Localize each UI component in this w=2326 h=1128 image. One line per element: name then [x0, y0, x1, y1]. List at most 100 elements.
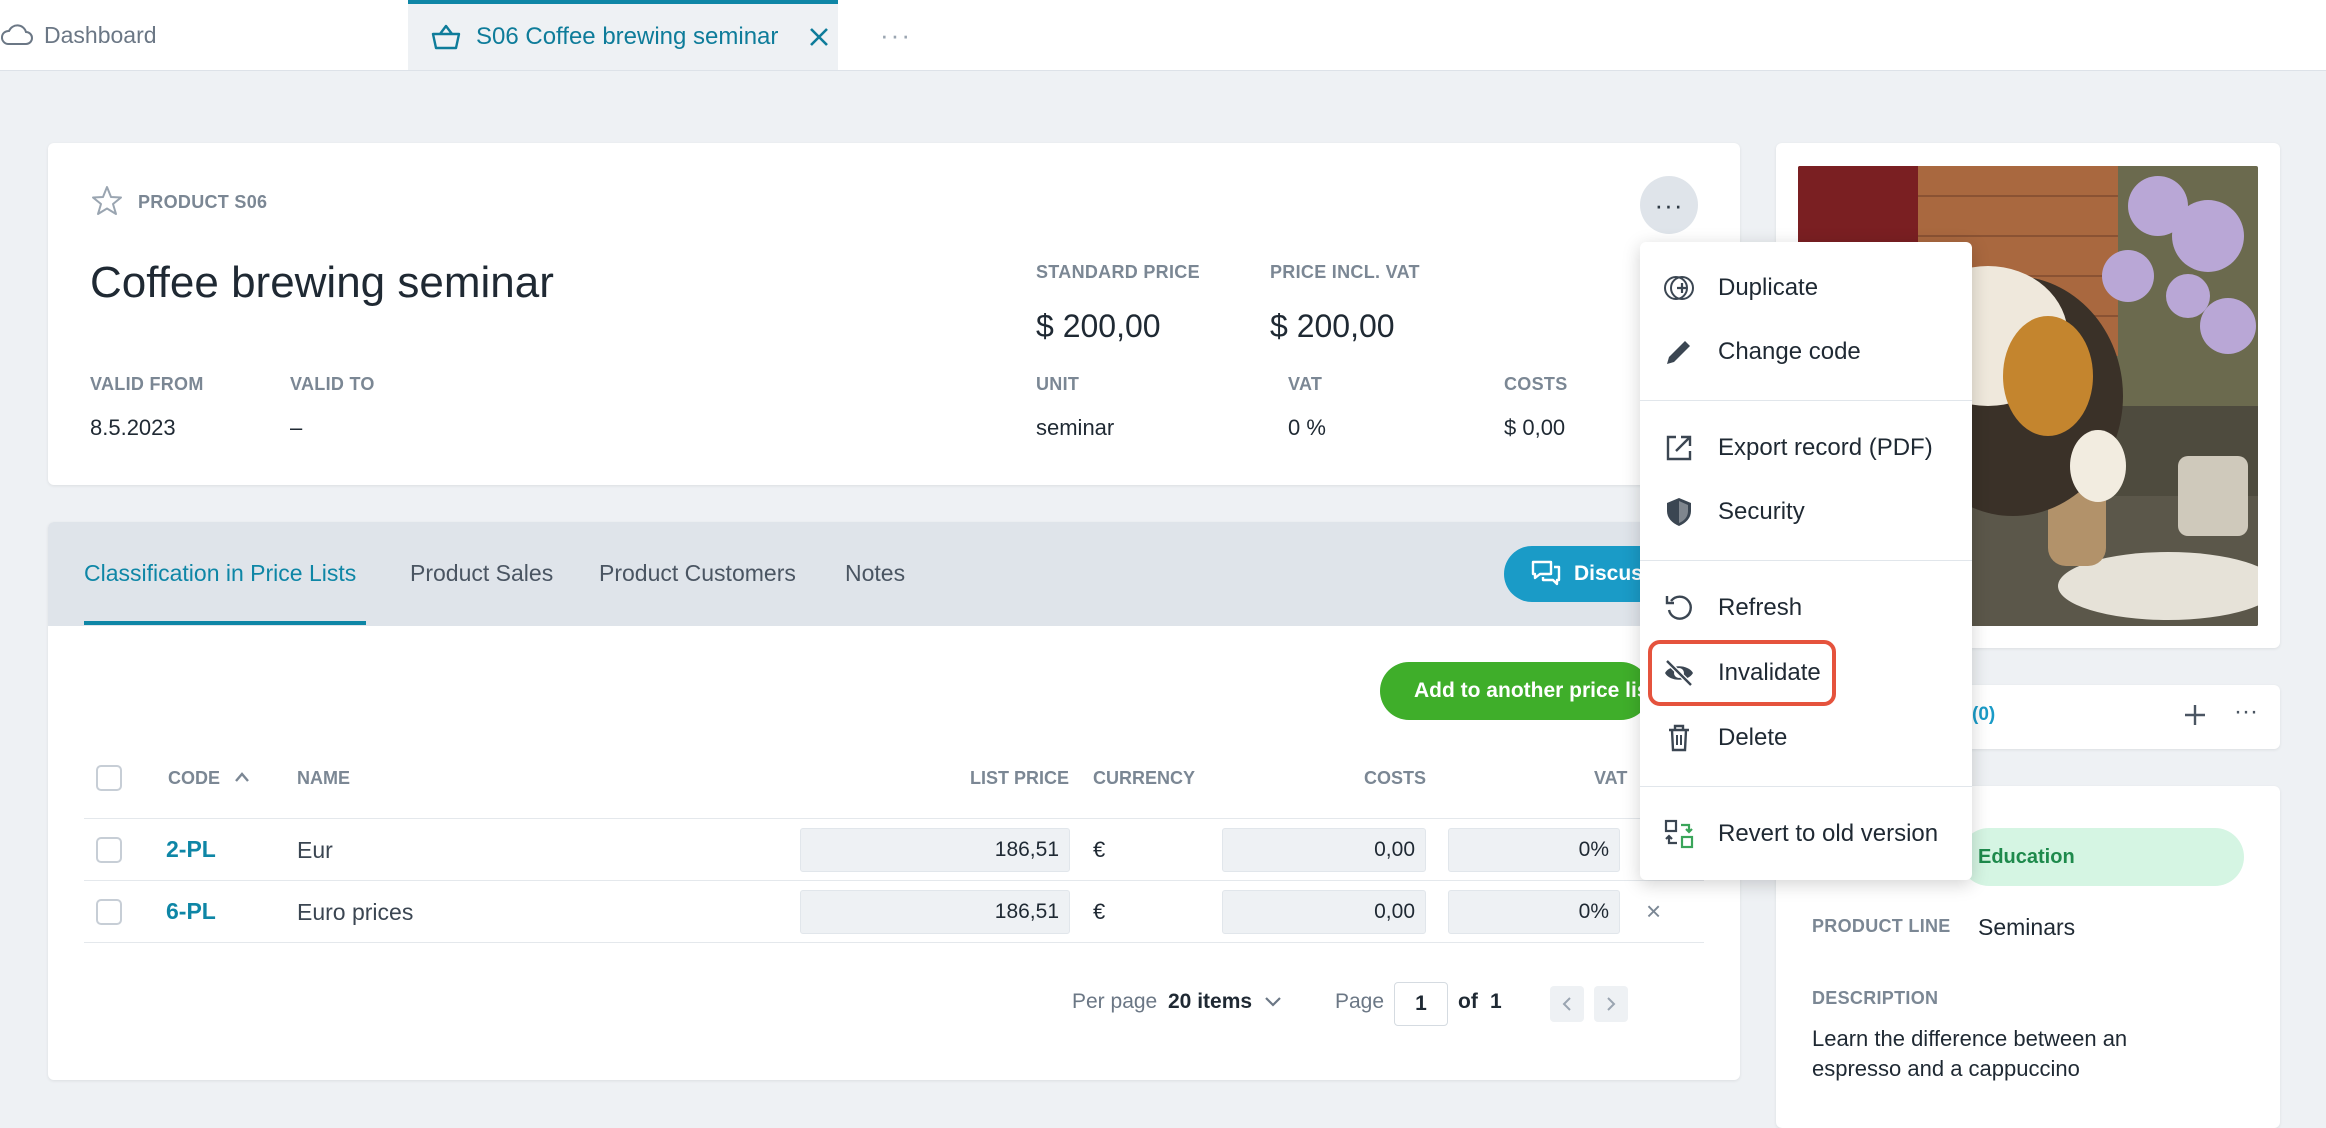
unit-value: seminar [1036, 415, 1115, 440]
cloud-icon [1, 24, 33, 45]
per-page-value: 20 items [1168, 990, 1253, 1013]
export-icon [1666, 435, 1692, 461]
vat-value: 0 % [1288, 415, 1326, 440]
menu-item-export-pdf[interactable]: Export record (PDF) [1662, 428, 1933, 468]
chevron-down-icon [1265, 997, 1281, 1007]
menu-item-label: Change code [1718, 338, 1861, 365]
price-incl-vat-label: PRICE INCL. VAT [1270, 262, 1420, 282]
pencil-icon [1667, 341, 1690, 364]
costs-value: $ 0,00 [1504, 415, 1566, 440]
add-label: Add to another price list [1414, 679, 1650, 702]
valid-from-label: VALID FROM [90, 374, 204, 394]
tab-notes[interactable]: Notes [845, 560, 905, 587]
page-number-input[interactable]: 1 [1394, 982, 1448, 1026]
star-icon[interactable] [90, 184, 124, 218]
tab-dashboard[interactable]: Dashboard [0, 0, 157, 70]
record-more-button[interactable]: ··· [1640, 176, 1698, 234]
menu-item-security[interactable]: Security [1662, 492, 1805, 532]
costs-input[interactable]: 0,00 [1222, 890, 1426, 934]
menu-item-change-code[interactable]: Change code [1662, 332, 1861, 372]
add-to-price-list-button[interactable]: Add to another price list [1380, 662, 1650, 720]
tab-product[interactable]: S06 Coffee brewing seminar [408, 0, 838, 70]
menu-item-revert[interactable]: Revert to old version [1662, 814, 1938, 854]
product-line-value: Seminars [1978, 914, 2076, 940]
column-header-code-label: CODE [168, 768, 221, 788]
row-divider [84, 942, 1704, 943]
select-all-checkbox[interactable] [96, 765, 122, 791]
header-divider [84, 818, 1704, 819]
remove-row-button[interactable]: × [1646, 896, 1661, 927]
prev-page-button[interactable] [1550, 986, 1584, 1022]
row-name: Euro prices [297, 899, 414, 925]
tab-product-sales[interactable]: Product Sales [410, 560, 553, 587]
menu-item-refresh[interactable]: Refresh [1662, 588, 1802, 628]
chevron-left-icon [1562, 997, 1571, 1011]
tab-product-label: S06 Coffee brewing seminar [476, 23, 779, 50]
menu-item-duplicate[interactable]: Duplicate [1662, 268, 1818, 308]
tab-dashboard-label: Dashboard [44, 21, 157, 48]
row-checkbox[interactable] [96, 899, 122, 925]
basket-icon [431, 24, 461, 50]
category-badge: Education [1960, 828, 2244, 886]
sort-ascending-icon[interactable] [233, 770, 251, 784]
refresh-icon [1665, 595, 1692, 620]
next-page-button[interactable] [1594, 986, 1628, 1022]
attachments-count[interactable]: (0) [1972, 704, 1995, 726]
menu-item-label: Export record (PDF) [1718, 434, 1933, 461]
invalidate-highlight [1648, 640, 1836, 706]
vat-label: VAT [1288, 374, 1323, 394]
list-price-input[interactable]: 186,51 [800, 890, 1070, 934]
menu-item-label: Duplicate [1718, 274, 1819, 301]
column-header-name[interactable]: NAME [297, 768, 350, 789]
chat-icon [1531, 560, 1561, 586]
row-checkbox[interactable] [96, 837, 122, 863]
revert-icon [1664, 819, 1694, 849]
menu-item-label: Revert to old version [1718, 820, 1939, 847]
vat-input[interactable]: 0% [1448, 890, 1620, 934]
row-code-link[interactable]: 2-PL [166, 836, 216, 863]
row-divider [84, 880, 1704, 881]
valid-to-label: VALID TO [290, 374, 375, 394]
description-line-2: espresso and a cappuccino [1812, 1056, 2080, 1081]
menu-separator [1640, 786, 1972, 787]
description-label: DESCRIPTION [1812, 988, 1939, 1008]
product-line-label: PRODUCT LINE [1812, 916, 1951, 936]
row-code-link[interactable]: 6-PL [166, 898, 216, 925]
duplicate-icon [1664, 276, 1694, 300]
column-header-code[interactable]: CODE [168, 768, 251, 789]
menu-item-label: Security [1718, 498, 1805, 525]
list-price-input[interactable]: 186,51 [800, 828, 1070, 872]
row-currency: € [1093, 899, 1106, 924]
plus-icon[interactable] [2182, 702, 2208, 728]
tab-more-button[interactable]: ··· [880, 20, 912, 51]
tab-classification[interactable]: Classification in Price Lists [84, 560, 356, 587]
standard-price-label: STANDARD PRICE [1036, 262, 1200, 282]
costs-input[interactable]: 0,00 [1222, 828, 1426, 872]
price-incl-vat-value: $ 200,00 [1270, 308, 1395, 344]
page-title: Coffee brewing seminar [90, 258, 554, 307]
attachments-more-button[interactable]: ··· [2234, 698, 2258, 726]
active-tab-indicator [84, 621, 366, 625]
valid-from-value: 8.5.2023 [90, 415, 176, 440]
chevron-right-icon [1607, 997, 1616, 1011]
trash-icon [1669, 724, 1689, 752]
column-header-list-price[interactable]: LIST PRICE [970, 768, 1069, 789]
per-page-label: Per page [1072, 990, 1158, 1013]
vat-input[interactable]: 0% [1448, 828, 1620, 872]
standard-price-value: $ 200,00 [1036, 308, 1161, 344]
of-label: of [1458, 990, 1478, 1013]
menu-item-label: Delete [1718, 724, 1788, 751]
tab-product-customers[interactable]: Product Customers [599, 560, 796, 587]
per-page-select[interactable]: 20 items [1168, 990, 1282, 1014]
column-header-costs[interactable]: COSTS [1364, 768, 1426, 789]
column-header-currency[interactable]: CURRENCY [1093, 768, 1195, 789]
product-code-label: PRODUCT S06 [138, 192, 268, 212]
row-name: Eur [297, 837, 333, 863]
menu-item-delete[interactable]: Delete [1662, 718, 1787, 758]
page-label: Page [1335, 990, 1385, 1013]
column-header-vat[interactable]: VAT [1594, 768, 1627, 789]
unit-label: UNIT [1036, 374, 1080, 394]
description-line-1: Learn the difference between an [1812, 1026, 2128, 1051]
valid-to-value: – [290, 415, 303, 440]
close-icon[interactable] [808, 26, 830, 48]
